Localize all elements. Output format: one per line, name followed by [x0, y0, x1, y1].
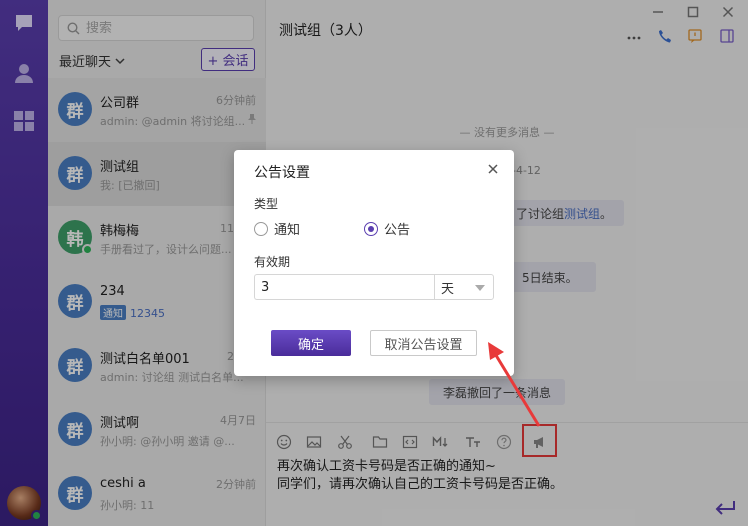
caret-down-icon: [475, 285, 485, 291]
confirm-button[interactable]: 确定: [271, 330, 351, 356]
type-label: 类型: [254, 197, 279, 211]
close-icon[interactable]: [486, 162, 500, 176]
radio-label: 通知: [274, 223, 301, 238]
unit-select[interactable]: 天: [434, 274, 494, 300]
radio-announcement[interactable]: 公告: [364, 219, 410, 238]
announcement-settings-dialog: 公告设置 类型 通知 公告 有效期 天 确定 取消公告设置: [234, 150, 514, 376]
radio-label: 公告: [384, 223, 411, 238]
dialog-title: 公告设置: [254, 165, 310, 181]
radio-circle-checked: [364, 221, 378, 236]
radio-notice[interactable]: 通知: [254, 219, 300, 238]
unit-value: 天: [441, 281, 455, 297]
validity-input[interactable]: [254, 274, 434, 300]
cancel-announcement-button[interactable]: 取消公告设置: [370, 330, 477, 356]
annotation-arrow: [488, 342, 541, 427]
validity-label: 有效期: [254, 255, 291, 269]
radio-circle: [254, 221, 268, 236]
